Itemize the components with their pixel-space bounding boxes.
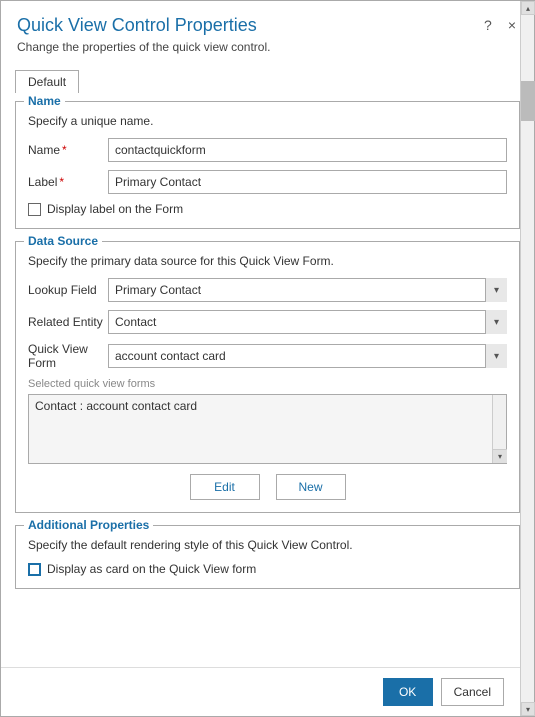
cancel-button[interactable]: Cancel [441, 678, 504, 706]
action-buttons: Edit New [28, 474, 507, 500]
quick-view-form-row: Quick View Form account contact card ▾ [28, 342, 507, 370]
name-required: * [62, 143, 67, 157]
dialog-subtitle: Change the properties of the quick view … [17, 40, 518, 54]
lookup-field-wrapper: Primary Contact ▾ [108, 278, 507, 302]
display-card-row: Display as card on the Quick View form [28, 562, 507, 576]
selected-forms-label: Selected quick view forms [28, 378, 507, 390]
tab-bar: Default [15, 70, 520, 93]
scrollbar-up-icon[interactable]: ▴ [521, 1, 535, 15]
display-card-label: Display as card on the Quick View form [47, 562, 256, 576]
lookup-field-select[interactable]: Primary Contact [108, 278, 507, 302]
dialog-title: Quick View Control Properties [17, 15, 518, 36]
data-source-section: Data Source Specify the primary data sou… [15, 241, 520, 513]
additional-legend: Additional Properties [24, 518, 153, 532]
help-button[interactable]: ? [480, 15, 496, 35]
selected-forms-scroll-down-icon[interactable]: ▾ [493, 449, 507, 463]
display-label-row: Display label on the Form [28, 202, 507, 216]
scrollbar-thumb[interactable] [521, 81, 535, 121]
quick-view-form-wrapper: account contact card ▾ [108, 344, 507, 368]
new-button[interactable]: New [276, 474, 346, 500]
data-source-legend: Data Source [24, 234, 102, 248]
tab-default[interactable]: Default [15, 70, 79, 93]
name-input[interactable] [108, 138, 507, 162]
ok-button[interactable]: OK [383, 678, 433, 706]
lookup-field-row: Lookup Field Primary Contact ▾ [28, 278, 507, 302]
selected-forms-value: Contact : account contact card [35, 399, 197, 413]
additional-desc: Specify the default rendering style of t… [28, 538, 507, 552]
display-card-checkbox[interactable] [28, 563, 41, 576]
dialog-controls: ? × [480, 15, 520, 35]
dialog-header: Quick View Control Properties Change the… [1, 1, 534, 60]
close-button[interactable]: × [504, 15, 520, 35]
dialog: Quick View Control Properties Change the… [0, 0, 535, 717]
quick-view-form-select[interactable]: account contact card [108, 344, 507, 368]
display-label-text: Display label on the Form [47, 202, 183, 216]
edit-button[interactable]: Edit [190, 474, 260, 500]
footer-buttons: OK Cancel [1, 667, 534, 716]
name-label: Name* [28, 143, 108, 157]
quick-view-form-label: Quick View Form [28, 342, 108, 370]
related-entity-select[interactable]: Contact [108, 310, 507, 334]
related-entity-label: Related Entity [28, 315, 108, 329]
label-label: Label* [28, 175, 108, 189]
label-input[interactable] [108, 170, 507, 194]
scrollbar-down-icon[interactable]: ▾ [521, 702, 535, 716]
name-section: Name Specify a unique name. Name* Label*… [15, 101, 520, 229]
label-required: * [59, 175, 64, 189]
selected-forms-scrollbar: ▾ [492, 395, 506, 463]
lookup-field-label: Lookup Field [28, 283, 108, 297]
dialog-scrollbar: ▴ ▾ [520, 1, 534, 716]
name-section-desc: Specify a unique name. [28, 114, 507, 128]
selected-forms-box: Contact : account contact card ▾ [28, 394, 507, 464]
related-entity-row: Related Entity Contact ▾ [28, 310, 507, 334]
related-entity-wrapper: Contact ▾ [108, 310, 507, 334]
dialog-body: Default Name Specify a unique name. Name… [1, 60, 534, 667]
display-label-checkbox[interactable] [28, 203, 41, 216]
name-section-legend: Name [24, 94, 65, 108]
data-source-desc: Specify the primary data source for this… [28, 254, 507, 268]
label-row: Label* [28, 170, 507, 194]
additional-section: Additional Properties Specify the defaul… [15, 525, 520, 589]
name-row: Name* [28, 138, 507, 162]
